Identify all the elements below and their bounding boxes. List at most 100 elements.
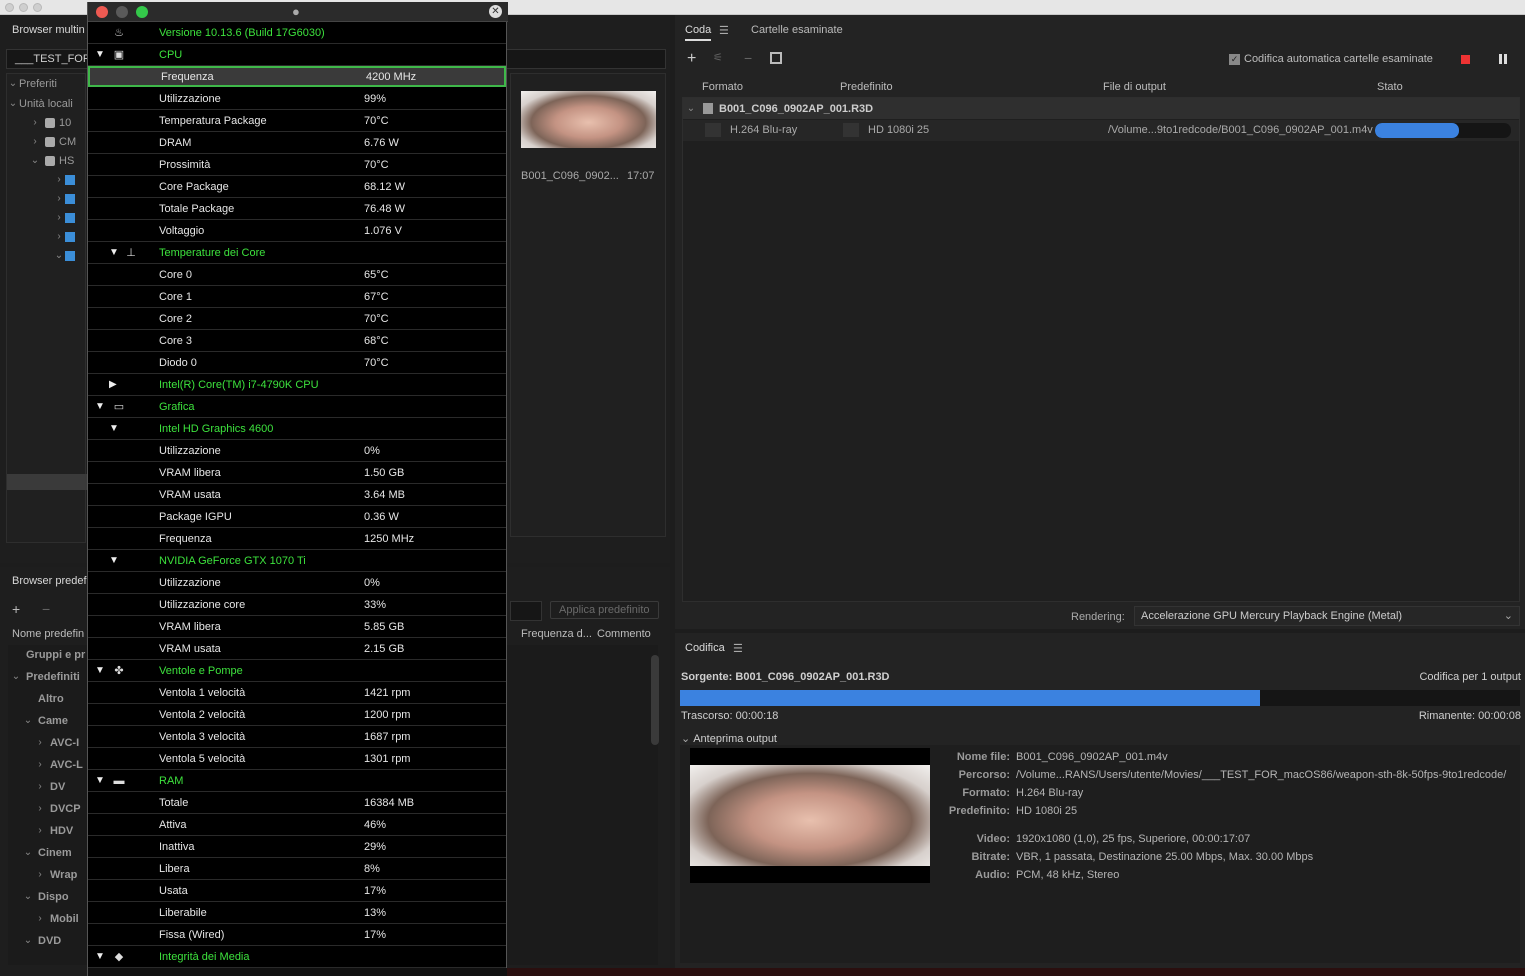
disclosure-expanded-icon[interactable]: ▼ bbox=[109, 247, 119, 258]
remove-icon[interactable]: − bbox=[744, 50, 752, 66]
preset-tree-item[interactable]: › Mobil bbox=[34, 909, 78, 928]
auto-encode-checkbox[interactable]: ✓ Codifica automatica cartelle esaminate bbox=[1229, 53, 1433, 65]
hw-sensor-row[interactable]: Utilizzazione 99% bbox=[88, 88, 506, 110]
chevron-down-icon[interactable]: ⌄ bbox=[10, 671, 22, 682]
hw-section-row[interactable]: ▼ NVIDIA GeForce GTX 1070 Ti bbox=[88, 550, 506, 572]
apply-preset-button[interactable]: Applica predefinito bbox=[550, 601, 659, 619]
chevron-down-icon[interactable]: ⌄ bbox=[7, 98, 19, 109]
chevron-down-icon[interactable]: ⌄ bbox=[22, 715, 34, 726]
chevron-right-icon[interactable]: › bbox=[34, 913, 46, 924]
preset-freq-column[interactable]: Frequenza d... bbox=[521, 628, 592, 640]
hw-sensor-row[interactable]: Ventola 1 velocità 1421 rpm bbox=[88, 682, 506, 704]
disclosure-expanded-icon[interactable]: ▼ bbox=[95, 49, 105, 60]
clip-thumbnail[interactable] bbox=[521, 91, 656, 148]
hw-sensor-row[interactable]: VRAM libera 1.50 GB bbox=[88, 462, 506, 484]
chevron-down-icon[interactable]: ⌄ bbox=[685, 103, 697, 114]
checkbox-check-icon[interactable]: ✓ bbox=[1229, 53, 1240, 65]
duplicate-icon[interactable] bbox=[770, 52, 782, 64]
format-dropdown-icon[interactable] bbox=[705, 123, 721, 137]
preset-tree-item[interactable]: › AVC-L bbox=[34, 755, 82, 774]
chevron-right-icon[interactable]: › bbox=[29, 136, 41, 147]
hw-sensor-row[interactable]: Utilizzazione 0% bbox=[88, 440, 506, 462]
chevron-right-icon[interactable]: › bbox=[34, 781, 46, 792]
close-dot-icon[interactable] bbox=[5, 3, 14, 12]
hw-section-row[interactable]: ▼ ▬ RAM bbox=[88, 770, 506, 792]
hw-sensor-row[interactable]: Core 3 68°C bbox=[88, 330, 506, 352]
hw-section-row[interactable]: ▼ ▣ CPU bbox=[88, 44, 506, 66]
preset-tree-item[interactable]: ⌄ DVD bbox=[22, 931, 61, 950]
disclosure-expanded-icon[interactable]: ▼ bbox=[95, 401, 105, 412]
hw-minimize-icon[interactable] bbox=[116, 6, 128, 18]
remove-preset-icon[interactable]: − bbox=[42, 601, 50, 617]
preset-comment-column[interactable]: Commento bbox=[597, 628, 651, 640]
tree-scrollbar[interactable] bbox=[7, 474, 87, 490]
hw-sensor-row[interactable]: Totale Package 76.48 W bbox=[88, 198, 506, 220]
hw-sensor-row[interactable]: Core 1 67°C bbox=[88, 286, 506, 308]
hw-close-circle-icon[interactable]: ✕ bbox=[489, 5, 502, 18]
chevron-right-icon[interactable]: › bbox=[53, 212, 65, 223]
hw-section-row[interactable]: ▼ ◆ Integrità dei Media bbox=[88, 946, 506, 968]
add-source-icon[interactable]: + bbox=[687, 50, 696, 68]
hw-sensor-row[interactable]: Voltaggio 1.076 V bbox=[88, 220, 506, 242]
hw-sensor-row[interactable]: Inattiva 29% bbox=[88, 836, 506, 858]
hw-close-icon[interactable] bbox=[96, 6, 108, 18]
chevron-right-icon[interactable]: › bbox=[53, 231, 65, 242]
chevron-down-icon[interactable]: ⌄ bbox=[681, 732, 690, 745]
hw-sensor-row[interactable]: Fissa (Wired) 17% bbox=[88, 924, 506, 946]
tree-folder[interactable]: › bbox=[53, 189, 77, 208]
tree-folder[interactable]: ⌄ bbox=[53, 246, 77, 265]
hw-section-row[interactable]: ▼ ⊥ Temperature dei Core bbox=[88, 242, 506, 264]
hw-zoom-icon[interactable] bbox=[136, 6, 148, 18]
disclosure-expanded-icon[interactable]: ▼ bbox=[95, 951, 105, 962]
tree-local-units[interactable]: ⌄ Unità locali bbox=[7, 94, 73, 113]
queue-output-row[interactable]: H.264 Blu-ray HD 1080i 25 /Volume...9to1… bbox=[683, 120, 1519, 141]
col-output[interactable]: File di output bbox=[1103, 81, 1166, 93]
col-format[interactable]: Formato bbox=[702, 81, 743, 93]
queue-source-row[interactable]: ⌄ B001_C096_0902AP_001.R3D bbox=[683, 98, 1519, 119]
add-preset-icon[interactable]: + bbox=[12, 601, 20, 617]
hw-sensor-row[interactable]: Utilizzazione core 33% bbox=[88, 594, 506, 616]
hw-sensor-row[interactable]: Usata 17% bbox=[88, 880, 506, 902]
preset-tree-item[interactable]: › Wrap bbox=[34, 865, 77, 884]
settings-sliders-icon[interactable]: ⚟ bbox=[713, 51, 723, 64]
preset-tree-item[interactable]: ⌄ Dispo bbox=[22, 887, 69, 906]
hw-sensor-row[interactable]: Frequenza 1250 MHz bbox=[88, 528, 506, 550]
preset-name-column[interactable]: Nome predefin bbox=[12, 628, 84, 640]
stop-icon[interactable] bbox=[1461, 55, 1470, 64]
chevron-down-icon[interactable]: ⌄ bbox=[53, 250, 65, 261]
preset-scrollbar[interactable] bbox=[651, 655, 659, 745]
hw-section-row[interactable]: ▼ Intel HD Graphics 4600 bbox=[88, 418, 506, 440]
chevron-down-icon[interactable]: ⌄ bbox=[7, 78, 19, 89]
hw-sensor-row[interactable]: VRAM libera 5.85 GB bbox=[88, 616, 506, 638]
tree-folder[interactable]: › bbox=[53, 227, 77, 246]
queue-menu-icon[interactable]: ☰ bbox=[719, 24, 729, 37]
preset-tree-item[interactable]: ⌄ Cinem bbox=[22, 843, 72, 862]
chevron-right-icon[interactable]: › bbox=[53, 174, 65, 185]
disclosure-collapsed-icon[interactable]: ▶ bbox=[109, 379, 117, 390]
chevron-right-icon[interactable]: › bbox=[34, 759, 46, 770]
minimize-dot-icon[interactable] bbox=[19, 3, 28, 12]
col-status[interactable]: Stato bbox=[1377, 81, 1403, 93]
hw-sensor-row[interactable]: DRAM 6.76 W bbox=[88, 132, 506, 154]
disclosure-expanded-icon[interactable]: ▼ bbox=[95, 775, 105, 786]
chevron-right-icon[interactable]: › bbox=[34, 803, 46, 814]
chevron-right-icon[interactable]: › bbox=[34, 825, 46, 836]
tree-drive-2[interactable]: › CM bbox=[29, 132, 76, 151]
hw-sensor-row[interactable]: Liberabile 13% bbox=[88, 902, 506, 924]
tab-watch-folders[interactable]: Cartelle esaminate bbox=[751, 24, 843, 36]
preset-tree-item[interactable]: Altro bbox=[22, 689, 64, 708]
preset-tree-item[interactable]: › DV bbox=[34, 777, 65, 796]
preset-tree-item[interactable]: › DVCP bbox=[34, 799, 80, 818]
hw-sensor-row[interactable]: Core Package 68.12 W bbox=[88, 176, 506, 198]
disclosure-expanded-icon[interactable]: ▼ bbox=[109, 555, 119, 566]
hw-sensor-row[interactable]: Frequenza 4200 MHz bbox=[88, 66, 506, 87]
tree-drive-1[interactable]: › 10 bbox=[29, 113, 71, 132]
hw-sensor-row[interactable]: Prossimità 70°C bbox=[88, 154, 506, 176]
encoding-menu-icon[interactable]: ☰ bbox=[733, 642, 743, 655]
hw-sensor-row[interactable]: Package IGPU 0.36 W bbox=[88, 506, 506, 528]
hw-section-row[interactable]: ♨ Versione 10.13.6 (Build 17G6030) bbox=[88, 22, 506, 44]
chevron-down-icon[interactable]: ⌄ bbox=[29, 155, 41, 166]
hw-sensor-row[interactable]: Ventola 3 velocità 1687 rpm bbox=[88, 726, 506, 748]
preset-tree-item[interactable]: › AVC-I bbox=[34, 733, 79, 752]
chevron-right-icon[interactable]: › bbox=[34, 869, 46, 880]
